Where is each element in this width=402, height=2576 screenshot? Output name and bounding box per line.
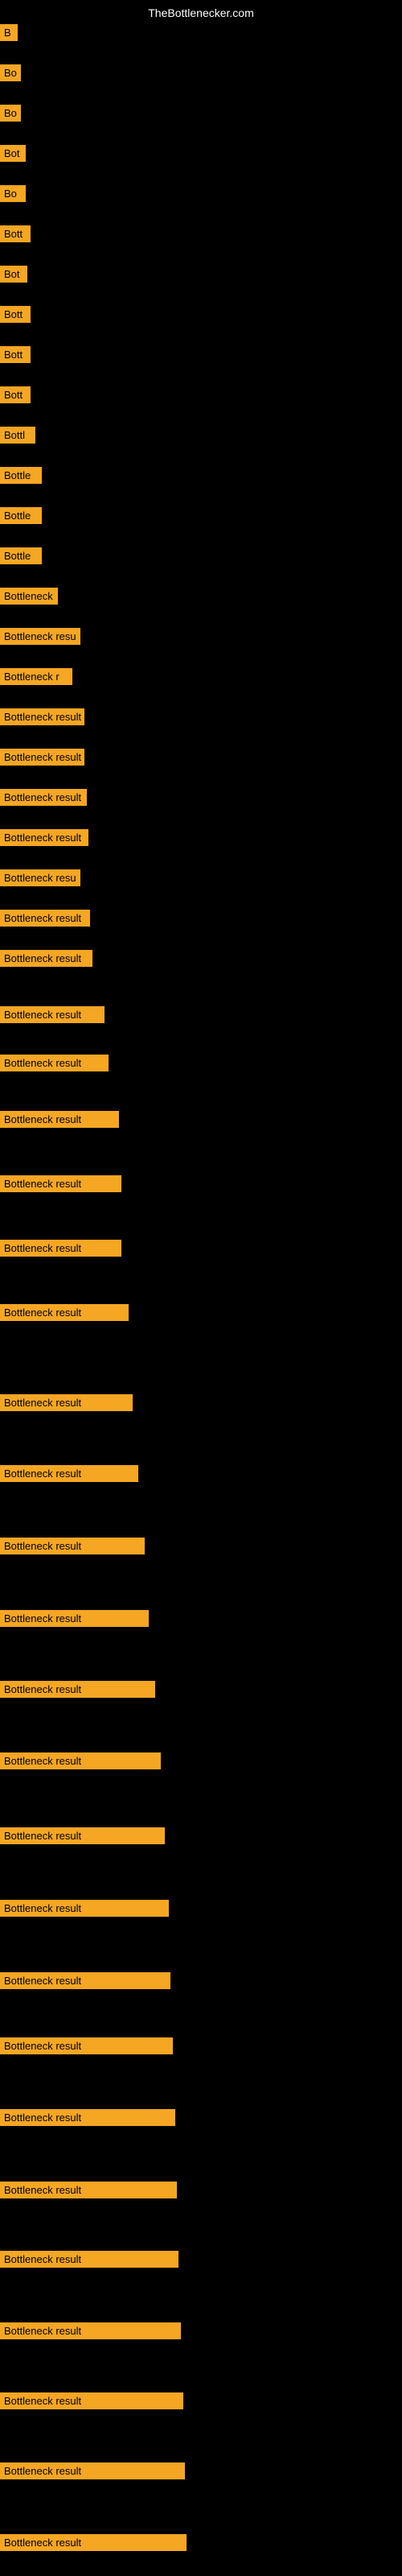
bottleneck-result-item: Bo — [0, 105, 21, 122]
bottleneck-result-item: Bottleneck result — [0, 2392, 183, 2409]
bottleneck-result-item: Bottleneck result — [0, 749, 84, 766]
bottleneck-result-item: Bottleneck result — [0, 2037, 173, 2054]
bottleneck-result-item: Bottleneck — [0, 588, 58, 605]
bottleneck-result-item: Bottleneck result — [0, 1465, 138, 1482]
bottleneck-result-item: Bottleneck r — [0, 668, 72, 685]
bottleneck-result-item: Bottleneck result — [0, 1900, 169, 1917]
bottleneck-result-item: Bottleneck result — [0, 910, 90, 927]
bottleneck-result-item: Bottleneck result — [0, 2322, 181, 2339]
bottleneck-result-item: Bott — [0, 386, 31, 403]
bottleneck-result-item: Bott — [0, 306, 31, 323]
bottleneck-result-item: Bottleneck result — [0, 1394, 133, 1411]
bottleneck-result-item: Bot — [0, 145, 26, 162]
bottleneck-result-item: Bottleneck result — [0, 950, 92, 967]
site-title: TheBottlenecker.com — [0, 0, 402, 26]
bottleneck-result-item: Bottleneck result — [0, 708, 84, 725]
bottleneck-result-item: Bottleneck result — [0, 1681, 155, 1698]
bottleneck-result-item: Bottl — [0, 427, 35, 444]
bottleneck-result-item: Bottleneck result — [0, 2534, 187, 2551]
bottleneck-result-item: Bottle — [0, 467, 42, 484]
bottleneck-result-item: Bottleneck result — [0, 1304, 129, 1321]
bottleneck-result-item: Bottleneck result — [0, 789, 87, 806]
bottleneck-result-item: Bottleneck result — [0, 1055, 109, 1071]
bottleneck-result-item: Bo — [0, 64, 21, 81]
bottleneck-result-item: Bottleneck result — [0, 1827, 165, 1844]
bottleneck-result-item: Bottleneck result — [0, 1175, 121, 1192]
bottleneck-result-item: Bottle — [0, 507, 42, 524]
bottleneck-result-item: Bottleneck result — [0, 1111, 119, 1128]
bottleneck-result-item: Bottleneck result — [0, 1006, 105, 1023]
bottleneck-result-item: Bottleneck result — [0, 1972, 170, 1989]
bottleneck-result-item: Bottleneck result — [0, 829, 88, 846]
bottleneck-result-item: Bottleneck resu — [0, 869, 80, 886]
bottleneck-result-item: Bottleneck result — [0, 1610, 149, 1627]
bottleneck-result-item: Bo — [0, 185, 26, 202]
bottleneck-result-item: Bottleneck result — [0, 1752, 161, 1769]
bottleneck-result-item: B — [0, 24, 18, 41]
bottleneck-result-item: Bottle — [0, 547, 42, 564]
bottleneck-result-item: Bot — [0, 266, 27, 283]
bottleneck-result-item: Bott — [0, 225, 31, 242]
bottleneck-result-item: Bottleneck result — [0, 2109, 175, 2126]
bottleneck-result-item: Bottleneck resu — [0, 628, 80, 645]
bottleneck-result-item: Bottleneck result — [0, 2182, 177, 2198]
bottleneck-result-item: Bottleneck result — [0, 2251, 178, 2268]
bottleneck-result-item: Bott — [0, 346, 31, 363]
bottleneck-result-item: Bottleneck result — [0, 1538, 145, 1554]
bottleneck-result-item: Bottleneck result — [0, 1240, 121, 1257]
bottleneck-result-item: Bottleneck result — [0, 2462, 185, 2479]
